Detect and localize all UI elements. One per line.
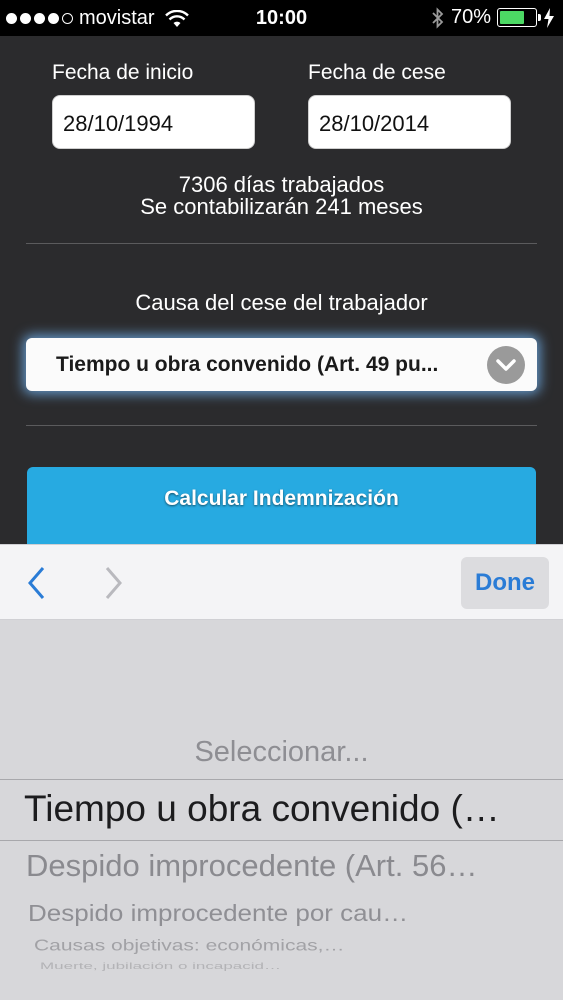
picker-selection-top-line xyxy=(0,779,563,780)
battery-percentage: 70% xyxy=(450,6,491,28)
cause-picker[interactable]: Seleccionar... Tiempo u obra convenido (… xyxy=(0,620,563,1000)
chevron-right-icon xyxy=(105,567,122,599)
charging-icon xyxy=(544,7,554,28)
divider xyxy=(26,243,537,244)
picker-selection-bottom-line xyxy=(0,840,563,841)
input-accessory-toolbar: Done xyxy=(0,544,563,620)
picker-option[interactable]: Despido improcedente por cau… xyxy=(0,900,563,928)
previous-field-button[interactable] xyxy=(22,565,52,601)
end-date-label: Fecha de cese xyxy=(308,61,446,84)
days-worked-text: 7306 días trabajados xyxy=(178,172,385,197)
chevron-down-icon xyxy=(487,346,525,384)
months-counted-text: Se contabilizarán 241 meses xyxy=(140,194,423,219)
start-date-input[interactable]: 28/10/1994 xyxy=(52,95,255,149)
bluetooth-icon xyxy=(432,6,444,29)
next-field-button[interactable] xyxy=(98,565,128,601)
calculate-button[interactable]: Calcular Indemnización xyxy=(27,467,536,547)
cause-label: Causa del cese del trabajador xyxy=(135,290,428,315)
start-date-label: Fecha de inicio xyxy=(52,61,194,84)
picker-option[interactable]: Seleccionar... xyxy=(0,736,563,769)
done-button[interactable]: Done xyxy=(461,557,549,609)
battery-fill xyxy=(500,11,524,24)
picker-option-selected[interactable]: Tiempo u obra convenido (… xyxy=(0,788,563,830)
picker-option[interactable]: Muerte, jubilación o incapacid… xyxy=(0,961,563,972)
battery-icon xyxy=(497,8,541,27)
cause-selected-value: Tiempo u obra convenido (Art. 49 pu... xyxy=(56,353,439,376)
picker-option[interactable]: Causas objetivas: económicas,… xyxy=(0,937,563,955)
picker-option[interactable]: Despido improcedente (Art. 56… xyxy=(0,848,563,884)
status-bar: movistar 10:00 70% xyxy=(0,0,563,36)
status-right: 70% xyxy=(431,6,555,29)
end-date-input[interactable]: 28/10/2014 xyxy=(308,95,511,149)
divider xyxy=(26,425,537,426)
cause-select[interactable]: Tiempo u obra convenido (Art. 49 pu... xyxy=(26,338,537,391)
chevron-left-icon xyxy=(28,567,45,599)
